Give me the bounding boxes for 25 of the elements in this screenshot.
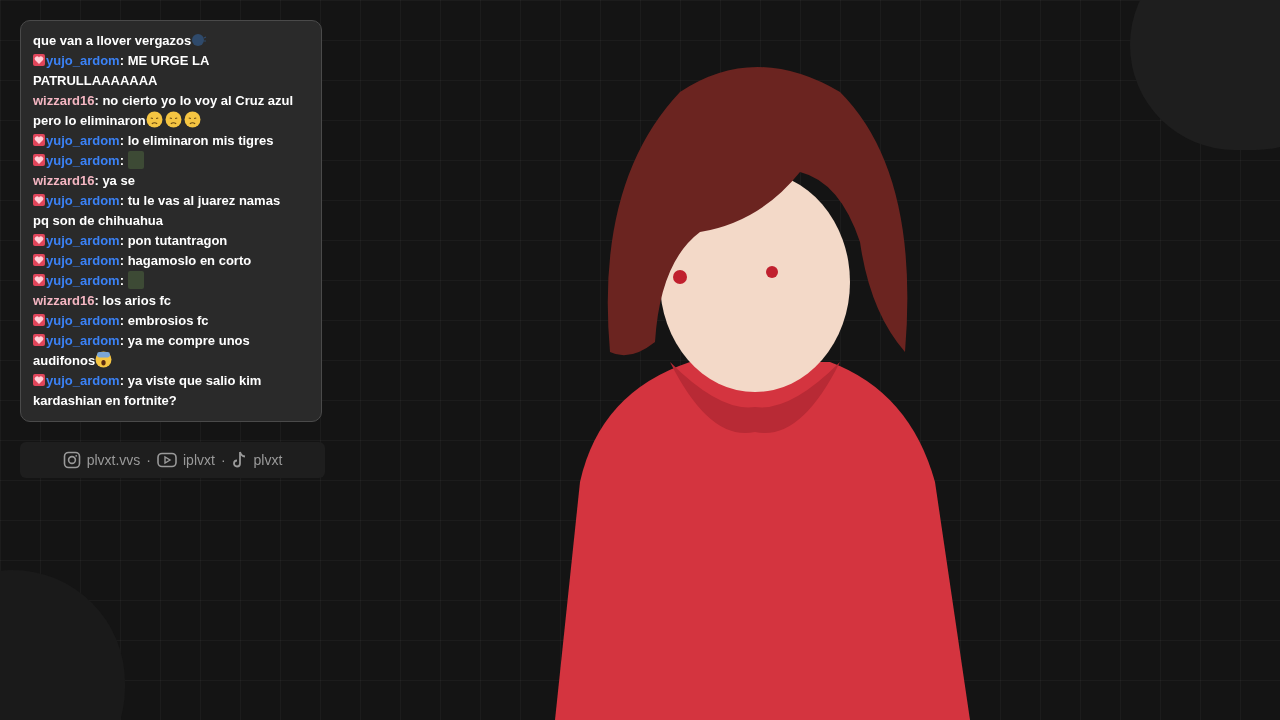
social-handle: plvxt.vvs bbox=[86, 450, 141, 470]
sad-face-icon bbox=[164, 111, 182, 128]
chat-message: wizzard16: los arios fc bbox=[33, 292, 173, 310]
separator-dot: · bbox=[146, 450, 151, 470]
speaking-head-icon bbox=[191, 32, 208, 48]
chat-message: yujo_ardom: bbox=[33, 271, 297, 291]
chat-message: wizzard16: ya se bbox=[33, 172, 136, 190]
screaming-face-icon bbox=[95, 351, 113, 368]
chat-message: yujo_ardom: bbox=[33, 151, 297, 171]
play-icon bbox=[157, 452, 177, 468]
emote-picture bbox=[127, 271, 144, 289]
chat-message: yujo_ardom: embrosios fc bbox=[33, 311, 297, 331]
sad-face-icon bbox=[145, 111, 163, 128]
social-handle: iplvxt bbox=[183, 450, 215, 470]
chat-message: yujo_ardom: pon tutantragon bbox=[33, 231, 297, 251]
camera-icon bbox=[62, 451, 81, 469]
music-note-icon bbox=[231, 451, 248, 469]
emote-picture bbox=[127, 151, 144, 169]
chat-message: yujo_ardom: ya viste que salio kim kardashian en fortnite? bbox=[33, 372, 263, 410]
chat-message: yujo_ardom: lo eliminaron mis tigres bbox=[33, 131, 297, 151]
chat-message: yujo_ardom: hagamoslo en corto bbox=[33, 251, 297, 271]
chat-message: que van a llover vergazos bbox=[33, 31, 297, 51]
sad-face-icon bbox=[183, 111, 201, 128]
separator-dot: · bbox=[220, 450, 226, 470]
social-handle: plvxt bbox=[253, 450, 283, 470]
